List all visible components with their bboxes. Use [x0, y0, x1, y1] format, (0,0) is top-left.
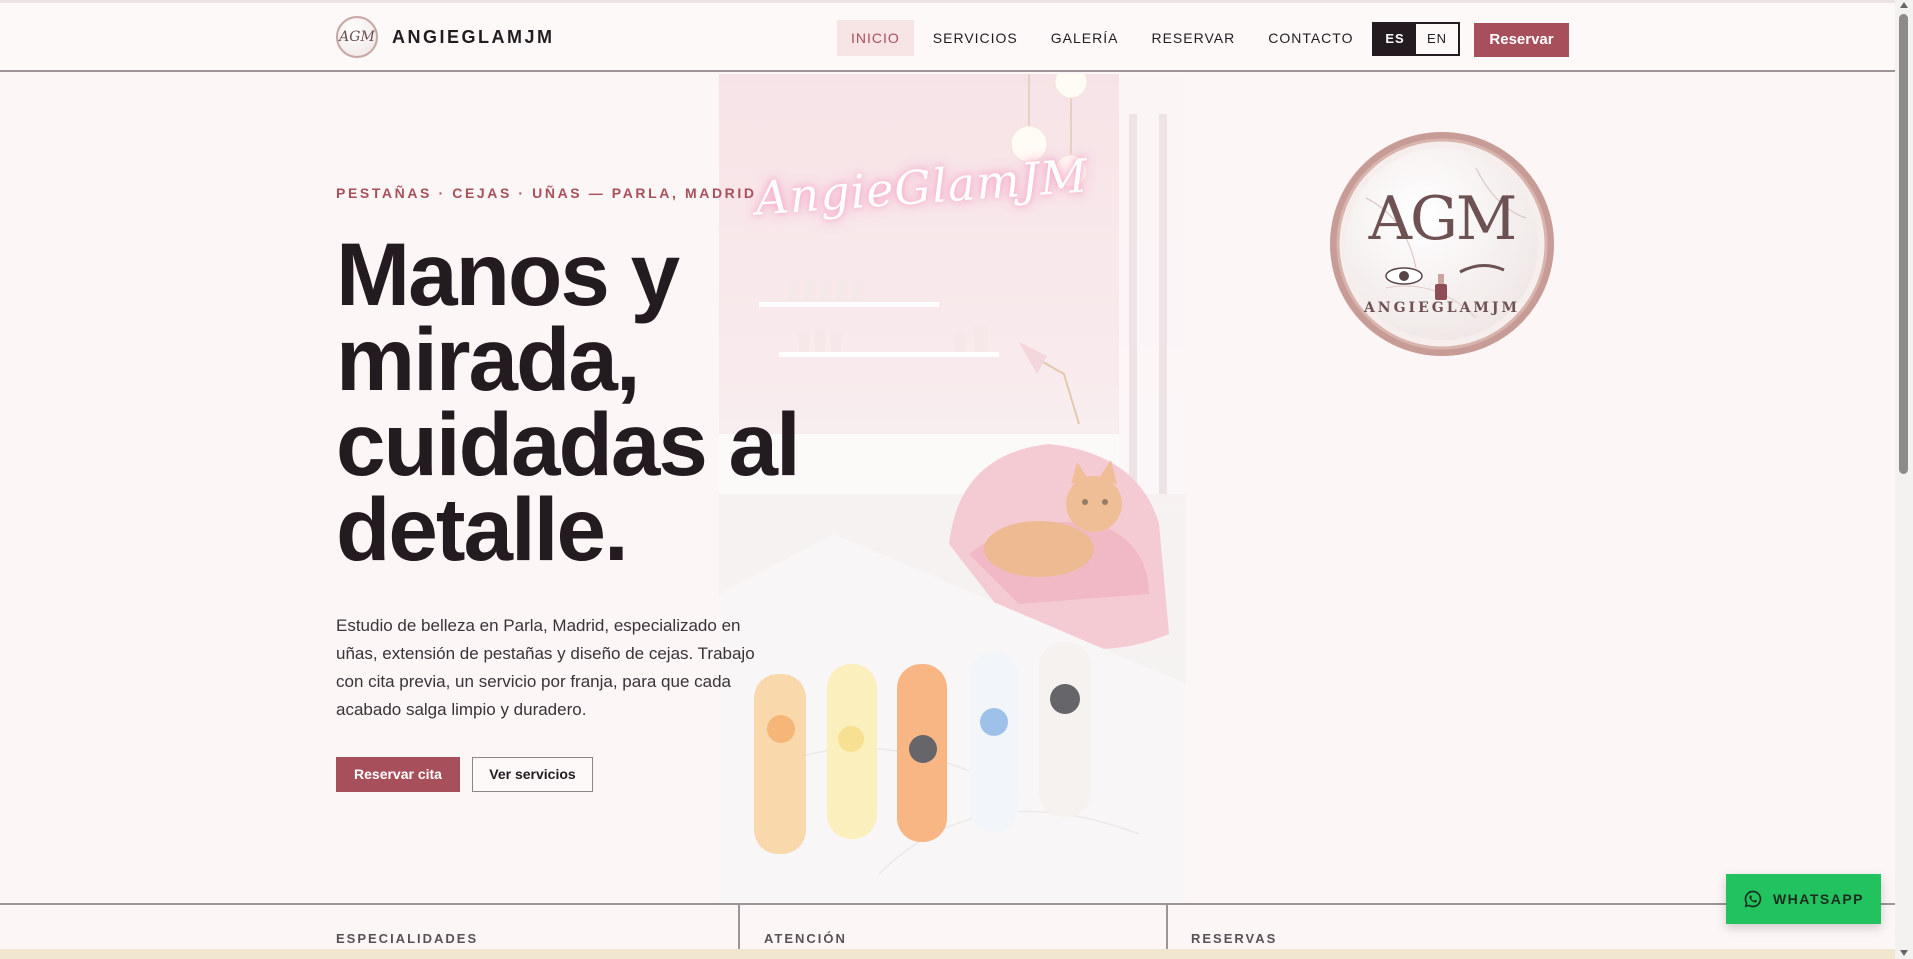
language-switcher: ES EN	[1372, 22, 1460, 56]
lang-es-button[interactable]: ES	[1374, 24, 1416, 54]
hero-eyebrow: PESTAÑAS · CEJAS · UÑAS — PARLA, MADRID	[336, 185, 757, 201]
whatsapp-button[interactable]: WHATSAPP	[1726, 874, 1881, 924]
hero-headline: Manos y mirada, cuidadas al detalle.	[336, 224, 801, 579]
site-header: AGM ANGIEGLAMJM INICIO SERVICIOS GALERÍA…	[0, 0, 1895, 72]
os-taskbar	[0, 949, 1895, 959]
brand-logo-icon: AGM	[336, 16, 378, 58]
header-reservar-button[interactable]: Reservar	[1474, 23, 1569, 57]
brand[interactable]: AGM ANGIEGLAMJM	[336, 16, 555, 58]
scroll-down-arrow-icon[interactable]	[1900, 950, 1908, 956]
nav-item-galeria[interactable]: GALERÍA	[1037, 20, 1133, 56]
nav-item-contacto[interactable]: CONTACTO	[1254, 20, 1367, 56]
seal-monogram: AGM	[1368, 184, 1518, 254]
whatsapp-label: WHATSAPP	[1772, 891, 1865, 907]
brand-seal-logo: AGM ANGIEGLAMJM	[1326, 128, 1558, 360]
page-scrollbar[interactable]	[1895, 0, 1913, 959]
whatsapp-icon	[1744, 890, 1762, 908]
page: AGM ANGIEGLAMJM INICIO SERVICIOS GALERÍA…	[0, 0, 1913, 959]
reservar-cita-button[interactable]: Reservar cita	[336, 757, 460, 792]
nav-item-inicio[interactable]: INICIO	[837, 20, 914, 56]
scroll-up-arrow-icon[interactable]	[1900, 2, 1908, 8]
nav-item-reservar[interactable]: RESERVAR	[1137, 20, 1249, 56]
scrollbar-thumb[interactable]	[1899, 14, 1908, 474]
brand-logo-mark: AGM	[339, 29, 375, 45]
ver-servicios-button[interactable]: Ver servicios	[472, 757, 593, 792]
brand-name: ANGIEGLAMJM	[392, 26, 555, 47]
nav-item-servicios[interactable]: SERVICIOS	[919, 20, 1032, 56]
seal-ring-text: ANGIEGLAMJM	[1363, 300, 1521, 316]
hero-lead: Estudio de belleza en Parla, Madrid, esp…	[336, 616, 755, 719]
lang-en-button[interactable]: EN	[1416, 24, 1458, 54]
main-nav: INICIO SERVICIOS GALERÍA RESERVAR CONTAC…	[837, 20, 1372, 56]
